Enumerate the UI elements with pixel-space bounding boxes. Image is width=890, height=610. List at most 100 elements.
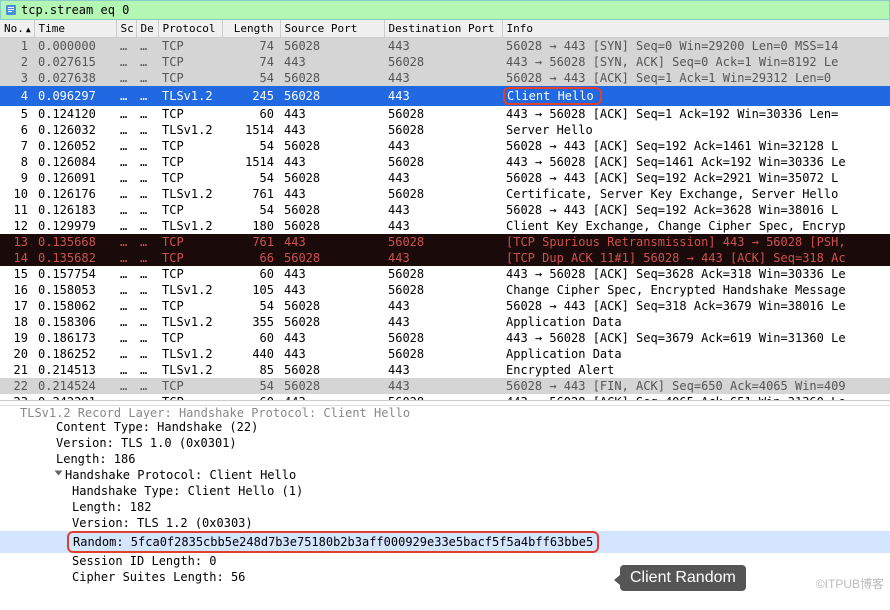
cell-dst: 56028: [384, 106, 502, 122]
cell-proto: TLSv1.2: [158, 218, 222, 234]
table-row[interactable]: 180.158306……TLSv1.235556028443Applicatio…: [0, 314, 890, 330]
table-row[interactable]: 70.126052……TCP545602844356028 → 443 [ACK…: [0, 138, 890, 154]
cell-time: 0.158053: [34, 282, 116, 298]
cell-sc: …: [116, 70, 136, 86]
cell-sc: …: [116, 54, 136, 70]
col-header-time[interactable]: Time: [34, 20, 116, 38]
cell-de: …: [136, 314, 158, 330]
table-row[interactable]: 150.157754……TCP6044356028443 → 56028 [AC…: [0, 266, 890, 282]
cell-info: 56028 → 443 [ACK] Seq=1 Ack=1 Win=29312 …: [502, 70, 890, 86]
detail-session-id-len[interactable]: Session ID Length: 0: [0, 553, 890, 569]
cell-len: 1514: [222, 122, 280, 138]
cell-de: …: [136, 38, 158, 55]
cell-de: …: [136, 138, 158, 154]
cell-sc: …: [116, 298, 136, 314]
detail-hs-length[interactable]: Length: 182: [0, 499, 890, 515]
col-header-info[interactable]: Info: [502, 20, 890, 38]
detail-hs-version[interactable]: Version: TLS 1.2 (0x0303): [0, 515, 890, 531]
cell-no: 1: [0, 38, 34, 55]
table-row[interactable]: 90.126091……TCP545602844356028 → 443 [ACK…: [0, 170, 890, 186]
table-row[interactable]: 60.126032……TLSv1.2151444356028Server Hel…: [0, 122, 890, 138]
col-header-dest[interactable]: De: [136, 20, 158, 38]
cell-dst: 443: [384, 170, 502, 186]
table-row[interactable]: 10.000000……TCP745602844356028 → 443 [SYN…: [0, 38, 890, 55]
table-row[interactable]: 100.126176……TLSv1.276144356028Certificat…: [0, 186, 890, 202]
table-row[interactable]: 80.126084……TCP151444356028443 → 56028 [A…: [0, 154, 890, 170]
table-row[interactable]: 50.124120……TCP6044356028443 → 56028 [ACK…: [0, 106, 890, 122]
cell-len: 74: [222, 38, 280, 55]
table-row[interactable]: 40.096297……TLSv1.224556028443Client Hell…: [0, 86, 890, 106]
detail-content-type[interactable]: Content Type: Handshake (22): [0, 419, 890, 435]
col-header-dport[interactable]: Destination Port: [384, 20, 502, 38]
cell-dst: 56028: [384, 154, 502, 170]
cell-info: 443 → 56028 [ACK] Seq=3628 Ack=318 Win=3…: [502, 266, 890, 282]
cell-info: 443 → 56028 [ACK] Seq=4065 Ack=651 Win=3…: [502, 394, 890, 401]
cell-src: 443: [280, 186, 384, 202]
cell-src: 443: [280, 122, 384, 138]
cell-de: …: [136, 346, 158, 362]
col-header-length[interactable]: Length: [222, 20, 280, 38]
display-filter-bar[interactable]: [0, 0, 890, 20]
table-row[interactable]: 20.027615……TCP7444356028443 → 56028 [SYN…: [0, 54, 890, 70]
watermark: ©ITPUB博客: [816, 575, 884, 592]
cell-time: 0.096297: [34, 86, 116, 106]
table-row[interactable]: 210.214513……TLSv1.28556028443Encrypted A…: [0, 362, 890, 378]
col-header-source[interactable]: Sc: [116, 20, 136, 38]
detail-handshake-type[interactable]: Handshake Type: Client Hello (1): [0, 483, 890, 499]
packet-list-header[interactable]: No.▲ Time Sc De Protocol Length Source P…: [0, 20, 890, 38]
detail-cipher-suites-len[interactable]: Cipher Suites Length: 56: [0, 569, 890, 585]
cell-info: 443 → 56028 [ACK] Seq=1461 Ack=192 Win=3…: [502, 154, 890, 170]
table-row[interactable]: 130.135668……TCP76144356028[TCP Spurious …: [0, 234, 890, 250]
cell-no: 4: [0, 86, 34, 106]
cell-proto: TCP: [158, 106, 222, 122]
cell-src: 443: [280, 54, 384, 70]
cell-len: 761: [222, 186, 280, 202]
packet-details-pane[interactable]: TLSv1.2 Record Layer: Handshake Protocol…: [0, 401, 890, 610]
filter-input[interactable]: [21, 3, 885, 17]
table-row[interactable]: 120.129979……TLSv1.218056028443Client Key…: [0, 218, 890, 234]
table-row[interactable]: 220.214524……TCP545602844356028 → 443 [FI…: [0, 378, 890, 394]
cell-proto: TCP: [158, 394, 222, 401]
cell-proto: TCP: [158, 202, 222, 218]
cell-sc: …: [116, 314, 136, 330]
table-row[interactable]: 160.158053……TLSv1.210544356028Change Cip…: [0, 282, 890, 298]
table-row[interactable]: 230.242291……TCP6044356028443 → 56028 [AC…: [0, 394, 890, 401]
cell-time: 0.000000: [34, 38, 116, 55]
cell-len: 105: [222, 282, 280, 298]
table-row[interactable]: 190.186173……TCP6044356028443 → 56028 [AC…: [0, 330, 890, 346]
col-header-no[interactable]: No.▲: [0, 20, 34, 38]
cell-dst: 443: [384, 218, 502, 234]
cell-src: 56028: [280, 70, 384, 86]
cell-proto: TCP: [158, 170, 222, 186]
detail-record-layer[interactable]: TLSv1.2 Record Layer: Handshake Protocol…: [0, 405, 890, 419]
table-row[interactable]: 30.027638……TCP545602844356028 → 443 [ACK…: [0, 70, 890, 86]
cell-len: 440: [222, 346, 280, 362]
cell-de: …: [136, 202, 158, 218]
cell-dst: 443: [384, 202, 502, 218]
detail-handshake-proto[interactable]: Handshake Protocol: Client Hello: [0, 467, 890, 483]
cell-src: 56028: [280, 170, 384, 186]
cell-sc: …: [116, 106, 136, 122]
detail-length[interactable]: Length: 186: [0, 451, 890, 467]
cell-de: …: [136, 54, 158, 70]
cell-dst: 56028: [384, 346, 502, 362]
col-header-proto[interactable]: Protocol: [158, 20, 222, 38]
packet-list-pane[interactable]: No.▲ Time Sc De Protocol Length Source P…: [0, 20, 890, 401]
col-header-sport[interactable]: Source Port: [280, 20, 384, 38]
cell-src: 56028: [280, 378, 384, 394]
cell-de: …: [136, 330, 158, 346]
cell-no: 5: [0, 106, 34, 122]
cell-proto: TCP: [158, 54, 222, 70]
table-row[interactable]: 200.186252……TLSv1.244044356028Applicatio…: [0, 346, 890, 362]
cell-proto: TLSv1.2: [158, 86, 222, 106]
cell-proto: TCP: [158, 250, 222, 266]
cell-sc: …: [116, 38, 136, 55]
cell-sc: …: [116, 186, 136, 202]
cell-len: 60: [222, 266, 280, 282]
table-row[interactable]: 170.158062……TCP545602844356028 → 443 [AC…: [0, 298, 890, 314]
cell-src: 443: [280, 154, 384, 170]
detail-random[interactable]: Random: 5fca0f2835cbb5e248d7b3e75180b2b3…: [0, 531, 890, 553]
table-row[interactable]: 110.126183……TCP545602844356028 → 443 [AC…: [0, 202, 890, 218]
detail-version[interactable]: Version: TLS 1.0 (0x0301): [0, 435, 890, 451]
table-row[interactable]: 140.135682……TCP6656028443[TCP Dup ACK 11…: [0, 250, 890, 266]
